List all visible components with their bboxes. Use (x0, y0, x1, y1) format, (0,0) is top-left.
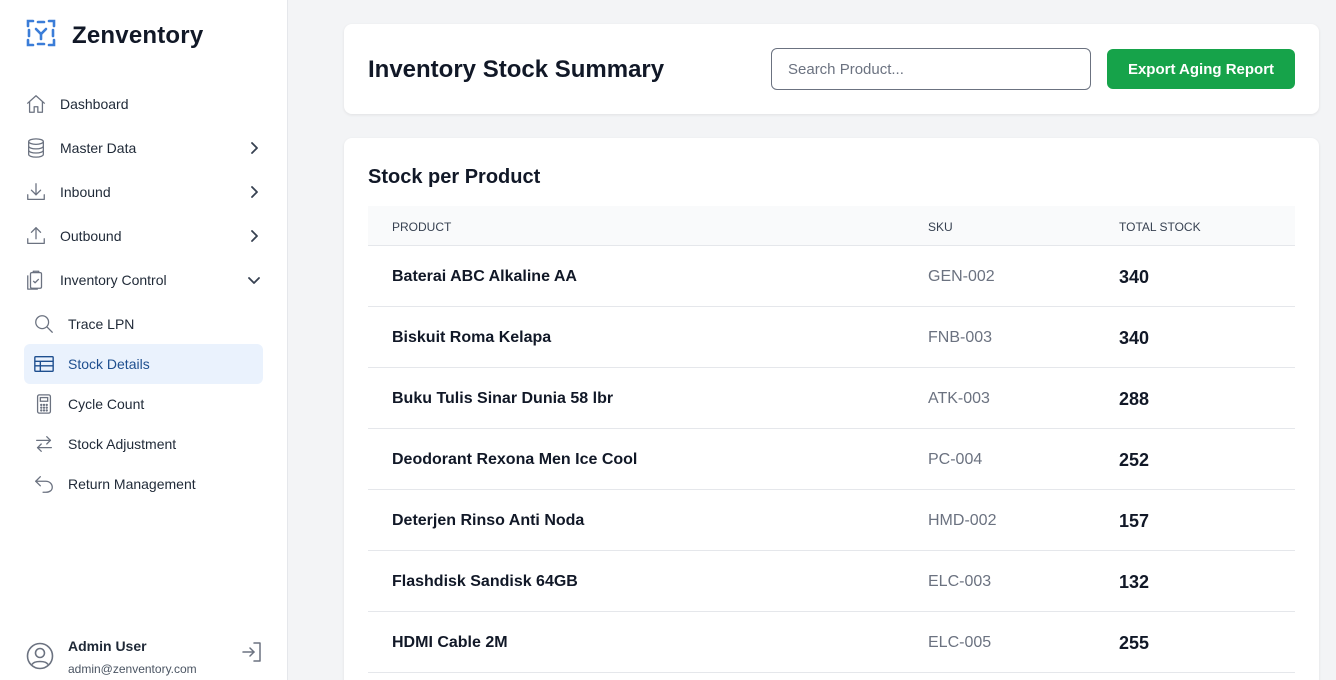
sidebar-subitem-stock-details[interactable]: Stock Details (24, 344, 263, 384)
export-aging-report-button[interactable]: Export Aging Report (1107, 49, 1295, 89)
home-icon (24, 92, 48, 116)
brand[interactable]: Zenventory (24, 16, 203, 55)
table-row[interactable]: HDMI Cable 2M ELC-005 255 (368, 612, 1295, 673)
total-stock: 157 (1119, 511, 1150, 531)
table-icon (32, 352, 56, 376)
sidebar-subitem-label: Trace LPN (68, 316, 135, 332)
sidebar-item-label: Dashboard (60, 96, 129, 112)
arrows-swap-icon (32, 432, 56, 456)
sidebar-item-inbound[interactable]: Inbound (24, 174, 264, 210)
chevron-right-icon[interactable] (244, 138, 264, 158)
total-stock: 340 (1119, 328, 1150, 348)
product-sku: GEN-002 (928, 268, 995, 285)
sidebar-subitem-return-management[interactable]: Return Management (24, 464, 263, 504)
search-input[interactable] (771, 48, 1091, 90)
brand-name: Zenventory (72, 21, 204, 49)
product-sku: PC-004 (928, 451, 983, 468)
return-icon (32, 472, 56, 496)
product-sku: ELC-003 (928, 573, 992, 590)
total-stock: 132 (1119, 572, 1150, 592)
sidebar-subitem-label: Stock Details (68, 356, 150, 372)
sidebar-item-label: Outbound (60, 228, 122, 244)
sidebar-subitem-stock-adjustment[interactable]: Stock Adjustment (24, 424, 263, 464)
product-name: Buku Tulis Sinar Dunia 58 lbr (392, 390, 614, 407)
table-row[interactable]: Biskuit Roma Kelapa FNB-003 340 (368, 307, 1295, 368)
product-sku: ATK-003 (928, 390, 990, 407)
user-email: admin@zenventory.com (68, 662, 197, 676)
upload-icon (24, 224, 48, 248)
total-stock: 288 (1119, 389, 1150, 409)
sidebar-item-outbound[interactable]: Outbound (24, 218, 264, 254)
table-row[interactable]: Deodorant Rexona Men Ice Cool PC-004 252 (368, 429, 1295, 490)
product-name: HDMI Cable 2M (392, 634, 508, 651)
table-header: PRODUCT SKU TOTAL STOCK (368, 206, 1295, 246)
clipboard-check-icon (24, 268, 48, 292)
page-title: Inventory Stock Summary (368, 56, 665, 83)
stock-table-card: Stock per Product PRODUCT SKU TOTAL STOC… (344, 138, 1319, 680)
logo-icon (24, 16, 58, 55)
sidebar-item-master-data[interactable]: Master Data (24, 130, 264, 166)
database-icon (24, 136, 48, 160)
sidebar-item-label: Inventory Control (60, 272, 167, 288)
sidebar-item-dashboard[interactable]: Dashboard (24, 86, 264, 122)
table-row[interactable]: Baterai ABC Alkaline AA GEN-002 340 (368, 246, 1295, 307)
sidebar-subitem-label: Stock Adjustment (68, 436, 177, 452)
product-sku: HMD-002 (928, 512, 997, 529)
product-name: Flashdisk Sandisk 64GB (392, 573, 578, 590)
logout-icon[interactable] (240, 640, 264, 669)
column-header-total-stock[interactable]: TOTAL STOCK (1119, 220, 1201, 234)
table-row[interactable]: Buku Tulis Sinar Dunia 58 lbr ATK-003 28… (368, 368, 1295, 429)
total-stock: 255 (1119, 633, 1150, 653)
chevron-right-icon[interactable] (244, 182, 264, 202)
column-header-product[interactable]: PRODUCT (392, 220, 451, 234)
product-sku: ELC-005 (928, 634, 992, 651)
product-name: Biskuit Roma Kelapa (392, 329, 552, 346)
header-card: Inventory Stock Summary Export Aging Rep… (344, 24, 1319, 114)
product-sku: FNB-003 (928, 329, 993, 346)
chevron-down-icon[interactable] (244, 270, 264, 290)
product-name: Baterai ABC Alkaline AA (392, 268, 577, 285)
calculator-icon (32, 392, 56, 416)
total-stock: 252 (1119, 450, 1150, 470)
avatar-icon[interactable] (26, 642, 54, 675)
search-icon (32, 312, 56, 336)
sidebar-subitem-label: Cycle Count (68, 396, 145, 412)
download-icon (24, 180, 48, 204)
stock-table: PRODUCT SKU TOTAL STOCK Baterai ABC Alka… (368, 206, 1295, 673)
user-profile: Admin User admin@zenventory.com (24, 636, 266, 680)
total-stock: 340 (1119, 267, 1150, 287)
sidebar: Zenventory Dashboard Master Data Inbound… (0, 0, 288, 680)
user-name: Admin User (68, 638, 147, 654)
product-name: Deterjen Rinso Anti Noda (392, 512, 585, 529)
sidebar-subitem-cycle-count[interactable]: Cycle Count (24, 384, 263, 424)
sidebar-subitem-label: Return Management (68, 476, 196, 492)
product-name: Deodorant Rexona Men Ice Cool (392, 451, 638, 468)
table-row[interactable]: Flashdisk Sandisk 64GB ELC-003 132 (368, 551, 1295, 612)
sidebar-item-label: Inbound (60, 184, 111, 200)
sidebar-item-label: Master Data (60, 140, 137, 156)
table-row[interactable]: Deterjen Rinso Anti Noda HMD-002 157 (368, 490, 1295, 551)
sidebar-item-inventory-control[interactable]: Inventory Control (24, 262, 264, 298)
sidebar-subitem-trace-lpn[interactable]: Trace LPN (24, 304, 263, 344)
column-header-sku[interactable]: SKU (928, 220, 953, 234)
section-title: Stock per Product (368, 166, 541, 188)
chevron-right-icon[interactable] (244, 226, 264, 246)
